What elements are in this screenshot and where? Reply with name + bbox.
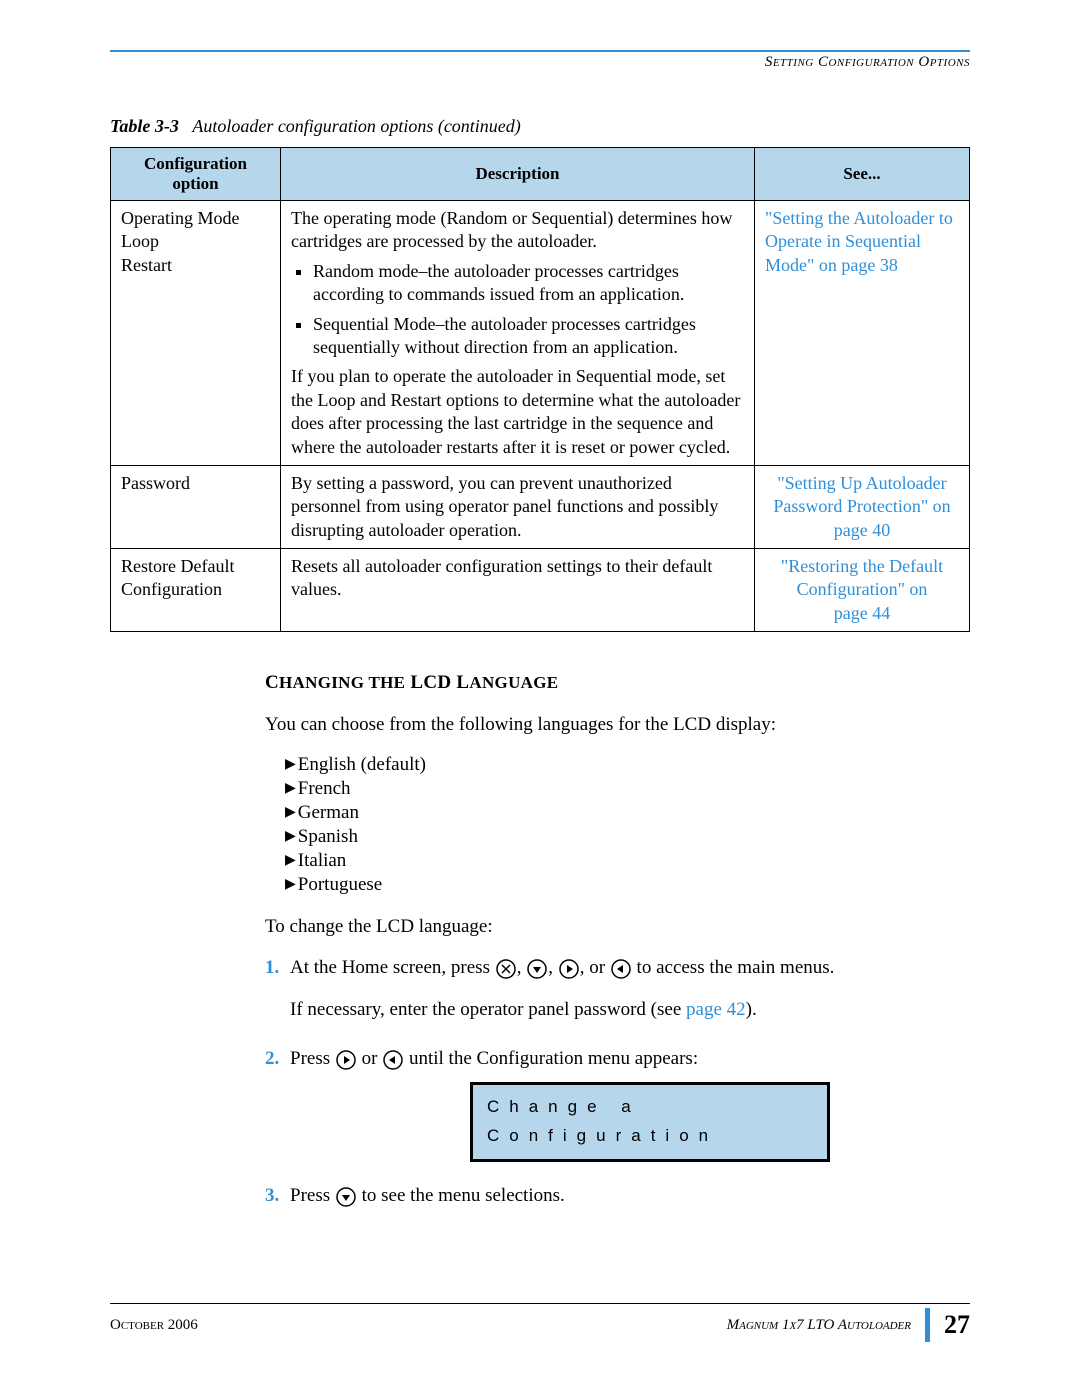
description-text: By setting a password, you can prevent u…: [281, 465, 755, 548]
right-button-icon: [559, 954, 579, 983]
table-header-description: Description: [281, 148, 755, 201]
description-text: If you plan to operate the autoloader in…: [291, 365, 744, 459]
step-text: ,: [517, 957, 527, 978]
heading-text: LCD L: [410, 672, 469, 693]
option-name: Loop: [121, 230, 270, 253]
step-subtext: If necessary, enter the operator panel p…: [290, 999, 686, 1020]
step-text: or: [357, 1048, 382, 1069]
step-number: 1.: [265, 954, 290, 1025]
header-rule: [110, 50, 970, 52]
list-item: ▶French: [285, 778, 970, 800]
right-button-icon: [336, 1045, 356, 1074]
arrow-icon: ▶: [285, 756, 296, 773]
option-name: Restart: [121, 254, 270, 277]
step-text: At the Home screen, press: [290, 957, 495, 978]
language-label: Spanish: [298, 826, 358, 847]
table-header-see: See...: [755, 148, 970, 201]
header-section-title: Setting Configuration Options: [765, 54, 970, 71]
option-name: Operating Mode: [121, 207, 270, 230]
step-item: 2. Press or until the Configuration menu…: [265, 1045, 970, 1162]
language-label: Italian: [298, 850, 347, 871]
language-label: Portuguese: [298, 874, 382, 895]
list-item: ▶German: [285, 802, 970, 824]
x-button-icon: [496, 954, 516, 983]
step-text: Press: [290, 1185, 335, 1206]
step-subtext: ).: [746, 999, 757, 1020]
step-text: Press: [290, 1048, 335, 1069]
option-name: Configuration: [121, 578, 270, 601]
step-text: to access the main menus.: [632, 957, 835, 978]
see-link[interactable]: "Restoring the Default Configuration" on: [781, 556, 943, 599]
page-footer: October 2006 Magnum 1x7 LTO Autoloader 2…: [110, 1303, 970, 1342]
arrow-icon: ▶: [285, 852, 296, 869]
down-button-icon: [336, 1182, 356, 1211]
section-heading: Changing the LCD Language: [265, 672, 970, 694]
list-item: ▶English (default): [285, 754, 970, 776]
see-link[interactable]: "Setting Up Autoloader Password Protecti…: [773, 473, 950, 516]
language-label: English (default): [298, 754, 426, 775]
heading-text: C: [265, 672, 279, 693]
config-table: Configuration option Description See... …: [110, 147, 970, 632]
list-item: ▶Italian: [285, 850, 970, 872]
see-link[interactable]: page 40: [834, 520, 890, 540]
language-label: German: [298, 802, 359, 823]
arrow-icon: ▶: [285, 804, 296, 821]
heading-text: anguage: [469, 673, 558, 692]
footer-date: October 2006: [110, 1317, 198, 1334]
lcd-line: Configuration: [487, 1122, 817, 1151]
footer-product: Magnum 1x7 LTO Autoloader: [727, 1317, 911, 1334]
lead-text: To change the LCD language:: [265, 914, 970, 940]
step-text: until the Configuration menu appears:: [404, 1048, 698, 1069]
see-link[interactable]: "Setting the Autoloader to Operate in Se…: [755, 201, 970, 466]
table-caption-label: Table 3-3: [110, 116, 179, 136]
heading-text: hanging the: [279, 673, 405, 692]
table-row: Restore Default Configuration Resets all…: [111, 549, 970, 632]
list-item: ▶Spanish: [285, 826, 970, 848]
lcd-line: Change a: [487, 1093, 817, 1122]
table-header-option: Configuration option: [111, 148, 281, 201]
footer-accent-bar: [925, 1308, 930, 1342]
table-row: Operating Mode Loop Restart The operatin…: [111, 201, 970, 466]
page-link[interactable]: page 42: [686, 999, 746, 1020]
intro-text: You can choose from the following langua…: [265, 712, 970, 738]
step-text: , or: [580, 957, 610, 978]
language-label: French: [298, 778, 351, 799]
down-button-icon: [527, 954, 547, 983]
description-bullet: Sequential Mode–the autoloader processes…: [313, 313, 744, 360]
list-item: ▶Portuguese: [285, 874, 970, 896]
language-list: ▶English (default) ▶French ▶German ▶Span…: [285, 754, 970, 896]
left-button-icon: [611, 954, 631, 983]
description-bullet: Random mode–the autoloader processes car…: [313, 260, 744, 307]
step-item: 3. Press to see the menu selections.: [265, 1182, 970, 1211]
step-number: 3.: [265, 1182, 290, 1211]
step-number: 2.: [265, 1045, 290, 1162]
step-item: 1. At the Home screen, press , , , or to…: [265, 954, 970, 1025]
table-row: Password By setting a password, you can …: [111, 465, 970, 548]
page-number: 27: [944, 1310, 970, 1340]
table-caption-text: Autoloader configuration options (contin…: [192, 116, 520, 136]
see-link[interactable]: page 44: [834, 603, 890, 623]
arrow-icon: ▶: [285, 780, 296, 797]
step-text: ,: [548, 957, 558, 978]
arrow-icon: ▶: [285, 828, 296, 845]
arrow-icon: ▶: [285, 876, 296, 893]
table-caption: Table 3-3 Autoloader configuration optio…: [110, 116, 970, 137]
lcd-display: Change a Configuration: [470, 1082, 830, 1162]
option-name: Restore Default: [121, 555, 270, 578]
description-text: Resets all autoloader configuration sett…: [281, 549, 755, 632]
left-button-icon: [383, 1045, 403, 1074]
option-name: Password: [111, 465, 281, 548]
step-text: to see the menu selections.: [357, 1185, 565, 1206]
description-text: The operating mode (Random or Sequential…: [291, 207, 744, 254]
